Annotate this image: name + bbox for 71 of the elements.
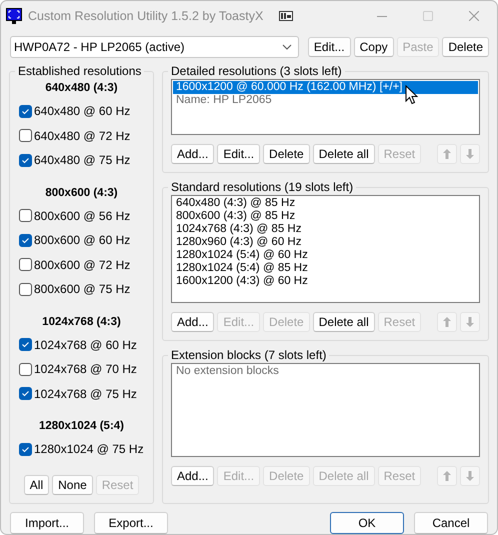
device-action-button[interactable]: Edit... (308, 37, 351, 57)
resolution-list[interactable]: 640x480 (4:3) @ 85 Hz 800x600 (4:3) @ 85 Hz 1024x768 (4:3) @ 85 Hz 1280x960 (4:3) @ 60 Hz 1280x1024 (5:4) @ 60 Hz 1280x1024 (5:4) @ 85 Hz 1600x1200 (4:3) @ 60 Hz (171, 195, 480, 303)
group-heading: 640x480 (4:3) (44, 81, 119, 96)
checkbox[interactable] (19, 387, 32, 400)
checkbox-label: 1280x1024 @ 75 Hz (34, 442, 144, 456)
checkbox-label: 800x600 @ 72 Hz (34, 258, 130, 272)
checkbox[interactable] (19, 442, 32, 456)
checkbox[interactable] (19, 362, 32, 376)
panel-title: Extension blocks (7 slots left) (170, 348, 328, 362)
checkbox[interactable] (19, 129, 32, 142)
list-row[interactable]: 1280x1024 (5:4) @ 60 Hz (173, 249, 478, 262)
chevron-down-icon (282, 44, 292, 50)
panel-title: Standard resolutions (19 slots left) (170, 180, 354, 194)
checkbox-label: 800x600 @ 60 Hz (34, 233, 130, 248)
dialog-button[interactable]: OK (330, 512, 404, 534)
list-action-button[interactable]: Add... (171, 466, 214, 486)
checkbox[interactable] (19, 104, 32, 118)
file-button[interactable]: Import... (10, 512, 84, 534)
resolution-list[interactable]: 1600x1200 @ 60.000 Hz (162.00 MHz) [+/+] Name: HP LP2065 (171, 79, 480, 135)
checkbox-label: 640x480 @ 75 Hz (34, 153, 130, 168)
window-title: Custom Resolution Utility 1.5.2 by ToastyX (28, 9, 264, 23)
list-action-button[interactable]: Edit... (217, 144, 260, 164)
arrow-down-icon (466, 149, 474, 159)
list-action-button[interactable]: Delete all (312, 312, 375, 332)
checkbox[interactable] (19, 209, 32, 222)
list-row[interactable]: 1600x1200 @ 60.000 Hz (162.00 MHz) [+/+] (173, 81, 478, 94)
selection-button[interactable]: None (52, 475, 93, 495)
list-action-button[interactable]: Delete all (312, 144, 375, 164)
checkbox-label: 640x480 @ 72 Hz (34, 128, 130, 143)
list-row[interactable]: No extension blocks (173, 365, 478, 378)
panel-title: Established resolutions (17, 64, 142, 78)
resolution-list[interactable]: No extension blocks (171, 363, 480, 457)
checkbox-label: 640x480 @ 60 Hz (34, 104, 130, 118)
file-button[interactable]: Export... (94, 512, 168, 534)
arrow-up-icon (443, 149, 451, 159)
checkbox[interactable] (19, 258, 32, 272)
cursor-icon (405, 85, 419, 105)
checkbox-label: 800x600 @ 75 Hz (34, 282, 130, 296)
checkbox-label: 800x600 @ 56 Hz (34, 208, 130, 223)
device-dropdown[interactable]: HWP0A72 - HP LP2065 (active) (10, 36, 299, 58)
arrow-down-icon (466, 471, 474, 481)
dialog-button[interactable]: Cancel (414, 512, 488, 534)
arrow-up-icon (443, 317, 451, 327)
checkbox-label: 1024x768 @ 60 Hz (34, 338, 137, 352)
list-row[interactable]: 1280x1024 (5:4) @ 85 Hz (173, 262, 478, 275)
checkbox[interactable] (19, 338, 32, 352)
group-heading: 1280x1024 (5:4) (38, 419, 126, 434)
group-heading: 1024x768 (4:3) (41, 314, 122, 330)
arrow-up-icon (443, 471, 451, 481)
group-heading: 800x600 (4:3) (44, 186, 119, 200)
list-action-button[interactable]: Add... (171, 144, 214, 164)
device-action-button[interactable]: Delete (442, 37, 489, 57)
monitor-icon (6, 8, 22, 24)
list-action-button[interactable]: Add... (171, 312, 214, 332)
list-action-button[interactable]: Delete (263, 144, 310, 164)
list-row[interactable]: Name: HP LP2065 (173, 94, 478, 107)
list-row[interactable]: 640x480 (4:3) @ 85 Hz (173, 197, 478, 210)
checkbox[interactable] (19, 154, 32, 167)
list-row[interactable]: 1600x1200 (4:3) @ 60 Hz (173, 275, 478, 288)
device-action-button[interactable]: Copy (354, 37, 394, 57)
list-row[interactable]: 1280x960 (4:3) @ 60 Hz (173, 236, 478, 249)
panel-title: Detailed resolutions (3 slots left) (170, 64, 343, 78)
list-row[interactable]: 800x600 (4:3) @ 85 Hz (173, 210, 478, 223)
checkbox[interactable] (19, 234, 32, 247)
window-layout-icon[interactable] (279, 11, 293, 21)
checkbox-label: 1024x768 @ 70 Hz (34, 362, 137, 376)
checkbox-label: 1024x768 @ 75 Hz (34, 386, 137, 401)
arrow-down-icon (466, 317, 474, 327)
selection-button[interactable]: All (24, 475, 50, 495)
checkbox[interactable] (19, 282, 32, 296)
list-row[interactable]: 1024x768 (4:3) @ 85 Hz (173, 223, 478, 236)
